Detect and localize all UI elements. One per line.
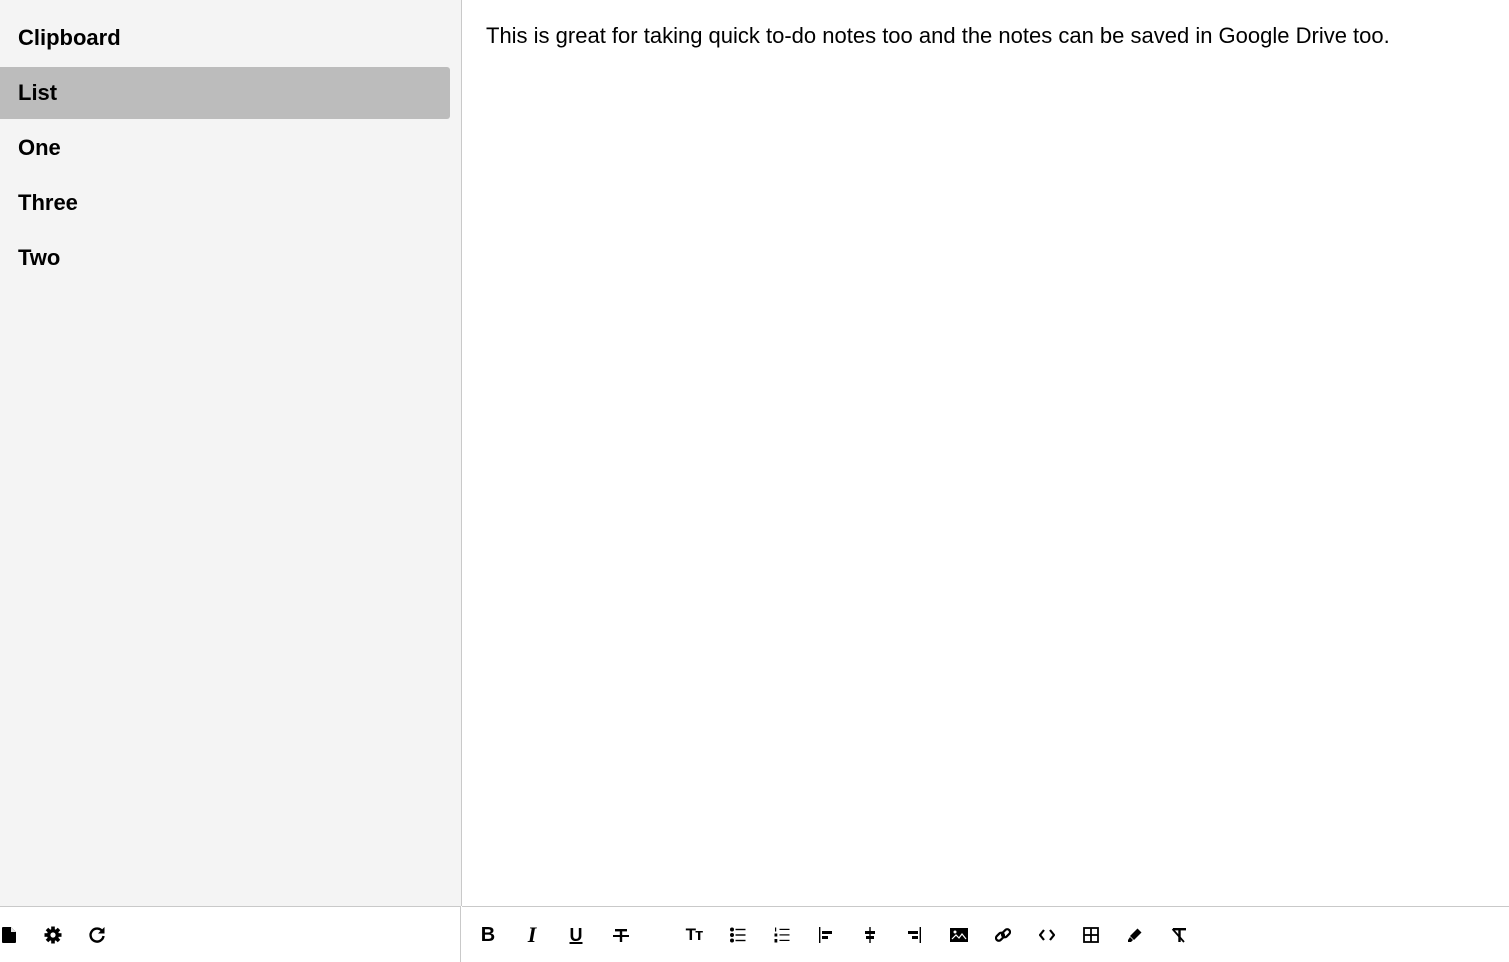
refresh-button[interactable] [85,923,109,947]
italic-button[interactable]: I [520,923,544,947]
align-left-button[interactable] [814,923,838,947]
note-item-three[interactable]: Three [0,177,450,229]
numbered-list-icon [774,927,790,943]
align-right-button[interactable] [902,923,926,947]
align-left-icon [819,927,832,943]
underline-icon: U [569,925,583,945]
editor-pane: This is great for taking quick to-do not… [462,0,1509,906]
highlighter-icon [1128,928,1142,942]
note-editor[interactable]: This is great for taking quick to-do not… [462,0,1509,72]
italic-icon: I [527,922,537,947]
bullet-list-button[interactable] [726,923,750,947]
note-item-one[interactable]: One [0,122,450,174]
underline-button[interactable]: U [564,923,588,947]
numbered-list-button[interactable] [770,923,794,947]
link-icon [995,928,1011,942]
align-center-button[interactable] [858,923,882,947]
highlight-button[interactable] [1123,923,1147,947]
code-icon [1039,929,1055,941]
code-button[interactable] [1035,923,1059,947]
refresh-icon [89,927,105,943]
bold-icon: B [480,924,496,946]
clear-formatting-icon [1171,928,1186,943]
new-note-button[interactable] [0,923,21,947]
insert-table-button[interactable] [1079,923,1103,947]
note-item-two[interactable]: Two [0,232,450,284]
bold-button[interactable]: B [476,923,500,947]
strikethrough-button[interactable] [609,923,633,947]
new-note-icon [2,927,16,943]
strikethrough-icon [613,929,629,942]
clear-formatting-button[interactable] [1167,923,1191,947]
table-icon [1083,927,1099,943]
insert-image-button[interactable] [947,923,971,947]
sidebar: Clipboard List One Three Two [0,0,462,906]
note-item-list[interactable]: List [0,67,450,119]
formatting-toolbar: B I U Tт [462,906,1509,962]
bullet-list-icon [730,927,746,943]
note-list: Clipboard List One Three Two [0,0,461,284]
align-center-icon [865,927,875,943]
font-size-icon: Tт [685,925,704,944]
font-size-button[interactable]: Tт [682,923,706,947]
insert-link-button[interactable] [991,923,1015,947]
align-right-icon [908,927,921,943]
settings-icon [44,926,62,944]
image-icon [950,928,968,942]
note-item-clipboard[interactable]: Clipboard [0,12,450,64]
settings-button[interactable] [41,923,65,947]
sidebar-footer [0,906,461,962]
